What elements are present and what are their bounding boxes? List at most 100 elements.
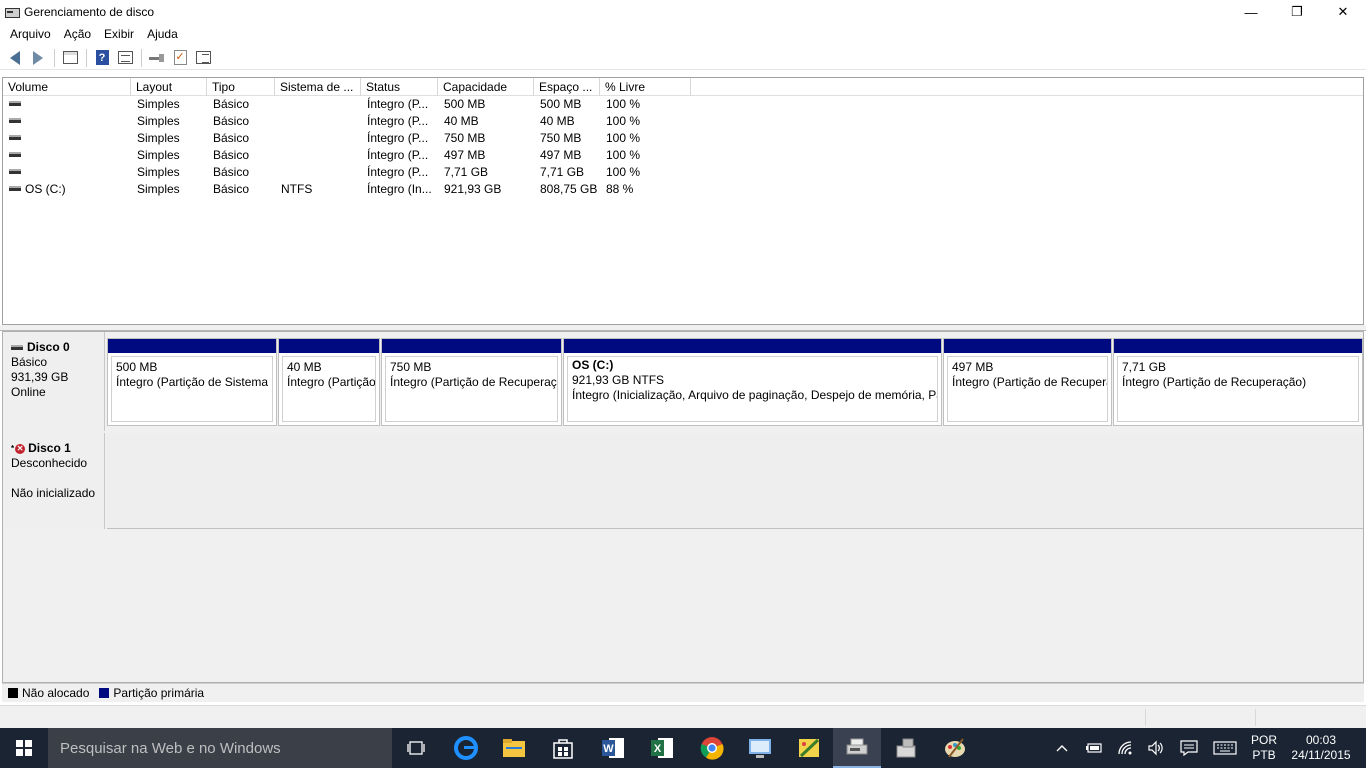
- touch-keyboard-button[interactable]: [1210, 728, 1240, 768]
- column-header-espaco[interactable]: Espaço ...: [534, 78, 600, 96]
- table-row[interactable]: OS (C:) Simples Básico NTFS Íntegro (In... 92…: [3, 181, 1363, 198]
- taskbar-store[interactable]: [539, 728, 587, 768]
- cell-layout: Simples: [137, 165, 180, 179]
- language-code: POR: [1250, 733, 1277, 747]
- partition-type-bar: [564, 339, 941, 353]
- check-icon: ✓: [173, 50, 187, 65]
- close-button[interactable]: ✕: [1320, 0, 1366, 24]
- partition-body: 7,71 GB Íntegro (Partição de Recuperação…: [1117, 356, 1359, 422]
- menu-arquivo[interactable]: Arquivo: [0, 24, 58, 44]
- taskbar-chrome[interactable]: [688, 728, 736, 768]
- partition-body: 40 MB Íntegro (Partição OEM): [282, 356, 376, 422]
- taskbar-edge[interactable]: [442, 728, 490, 768]
- taskbar-file-explorer[interactable]: [490, 728, 538, 768]
- table-row[interactable]: Simples Básico Íntegro (P... 497 MB 497 MB 10…: [3, 147, 1363, 164]
- check-button[interactable]: ✓: [169, 47, 191, 69]
- cell-tipo: Básico: [213, 165, 250, 179]
- menu-acao[interactable]: Ação: [60, 24, 98, 44]
- minimize-button[interactable]: —: [1228, 0, 1274, 24]
- partition-size: 40 MB: [287, 360, 322, 374]
- status-bar: [0, 705, 1366, 728]
- svg-text:X: X: [654, 743, 662, 755]
- partition-body: 750 MB Íntegro (Partição de Recuperação): [385, 356, 558, 422]
- start-button[interactable]: [0, 728, 48, 768]
- forward-arrow-icon: [33, 50, 43, 65]
- taskbar-search[interactable]: [48, 728, 392, 768]
- cell-sistema: [275, 96, 361, 113]
- taskbar-excel[interactable]: X: [638, 728, 686, 768]
- properties-button[interactable]: [114, 47, 136, 69]
- taskbar-paint-palette[interactable]: [931, 728, 979, 768]
- cell-livre: 100 %: [606, 97, 641, 111]
- column-header-sistema[interactable]: Sistema de ...: [275, 78, 361, 96]
- maximize-button[interactable]: ❐: [1274, 0, 1320, 24]
- column-header-capacidade[interactable]: Capacidade: [438, 78, 534, 96]
- action-center-button[interactable]: [1176, 728, 1202, 768]
- language-indicator: POR PTB: [1251, 733, 1277, 763]
- cell-livre: 100 %: [606, 114, 641, 128]
- wifi-button[interactable]: [1114, 728, 1138, 768]
- properties-icon: [117, 51, 133, 64]
- column-header-tipo[interactable]: Tipo: [207, 78, 275, 96]
- taskbar-app-network[interactable]: [882, 728, 930, 768]
- column-header-status[interactable]: Status: [361, 78, 438, 96]
- partition-recovery-3[interactable]: 7,71 GB Íntegro (Partição de Recuperação…: [1113, 338, 1363, 426]
- taskbar-disk-management[interactable]: [833, 728, 881, 768]
- taskbar-remote-desktop[interactable]: [736, 728, 784, 768]
- column-header-volume[interactable]: Volume: [3, 78, 131, 96]
- table-row[interactable]: Simples Básico Íntegro (P... 7,71 GB 7,71 GB…: [3, 164, 1363, 181]
- partition-status: Íntegro (Partição de Recuperação): [390, 375, 558, 389]
- partition-recovery-2[interactable]: 497 MB Íntegro (Partição de Recuperação): [943, 338, 1112, 426]
- partition-os-c[interactable]: OS (C:) 921,93 GB NTFS Íntegro (Iniciali…: [563, 338, 942, 426]
- taskbar-word[interactable]: W: [589, 728, 637, 768]
- disk-icon: [11, 345, 23, 350]
- volume-icon: [9, 169, 21, 175]
- disk-0-name: Disco 0: [27, 340, 70, 354]
- cell-status: Íntegro (P...: [367, 148, 429, 162]
- volume-icon: [9, 135, 21, 141]
- clock-button[interactable]: 00:03 24/11/2015: [1286, 728, 1356, 768]
- cell-espaco: 40 MB: [540, 114, 575, 128]
- rescan-button[interactable]: [146, 47, 168, 69]
- partition-status: Íntegro (Partição de Recuperação): [1122, 375, 1307, 389]
- console-tree-button[interactable]: [59, 47, 81, 69]
- disk-1-size: [11, 471, 104, 486]
- disk-1-label[interactable]: * ✕ Disco 1 Desconhecido Não inicializado: [3, 433, 105, 529]
- volume-button[interactable]: [1144, 728, 1168, 768]
- disk-0-label[interactable]: Disco 0 Básico 931,39 GB Online: [3, 332, 105, 431]
- table-row[interactable]: Simples Básico Íntegro (P... 750 MB 750 MB 10…: [3, 130, 1363, 147]
- input-language-button[interactable]: POR PTB: [1246, 728, 1282, 768]
- forward-button[interactable]: [27, 47, 49, 69]
- partition-status: Íntegro (Partição OEM): [287, 375, 376, 389]
- partition-oem[interactable]: 40 MB Íntegro (Partição OEM): [278, 338, 380, 426]
- search-input[interactable]: [60, 739, 380, 757]
- partition-efi[interactable]: 500 MB Íntegro (Partição de Sistema EFI): [107, 338, 277, 426]
- table-row[interactable]: Simples Básico Íntegro (P... 500 MB 500 MB 10…: [3, 96, 1363, 113]
- menu-ajuda[interactable]: Ajuda: [143, 24, 185, 44]
- column-header-layout[interactable]: Layout: [131, 78, 207, 96]
- menu-exibir[interactable]: Exibir: [100, 24, 141, 44]
- partition-recovery-1[interactable]: 750 MB Íntegro (Partição de Recuperação): [381, 338, 562, 426]
- disk-1-area[interactable]: [107, 433, 1363, 529]
- help-icon: ?: [95, 50, 109, 65]
- task-view-button[interactable]: [392, 728, 440, 768]
- show-hidden-icons-button[interactable]: [1050, 728, 1074, 768]
- back-button[interactable]: [4, 47, 26, 69]
- disk-1-type: Desconhecido: [11, 456, 88, 470]
- column-header-livre[interactable]: % Livre: [600, 78, 691, 96]
- disk-0-title: Disco 0: [11, 340, 104, 355]
- cell-capacidade: 40 MB: [444, 114, 479, 128]
- folder-icon: [503, 739, 525, 757]
- partition-status: Íntegro (Partição de Recuperação): [952, 375, 1107, 389]
- taskbar-paint-app[interactable]: [785, 728, 833, 768]
- cell-status: Íntegro (P...: [367, 131, 429, 145]
- battery-button[interactable]: [1082, 728, 1106, 768]
- table-row[interactable]: Simples Básico Íntegro (P... 40 MB 40 MB 100 …: [3, 113, 1363, 130]
- list-view-button[interactable]: [192, 47, 214, 69]
- chevron-up-icon: [1056, 745, 1068, 752]
- volume-list[interactable]: Volume Layout Tipo Sistema de ... Status…: [2, 77, 1364, 325]
- clock: 00:03 24/11/2015: [1291, 733, 1350, 763]
- disk-0-state: Online: [11, 385, 46, 399]
- help-button[interactable]: ?: [91, 47, 113, 69]
- cell-espaco: 500 MB: [540, 97, 582, 111]
